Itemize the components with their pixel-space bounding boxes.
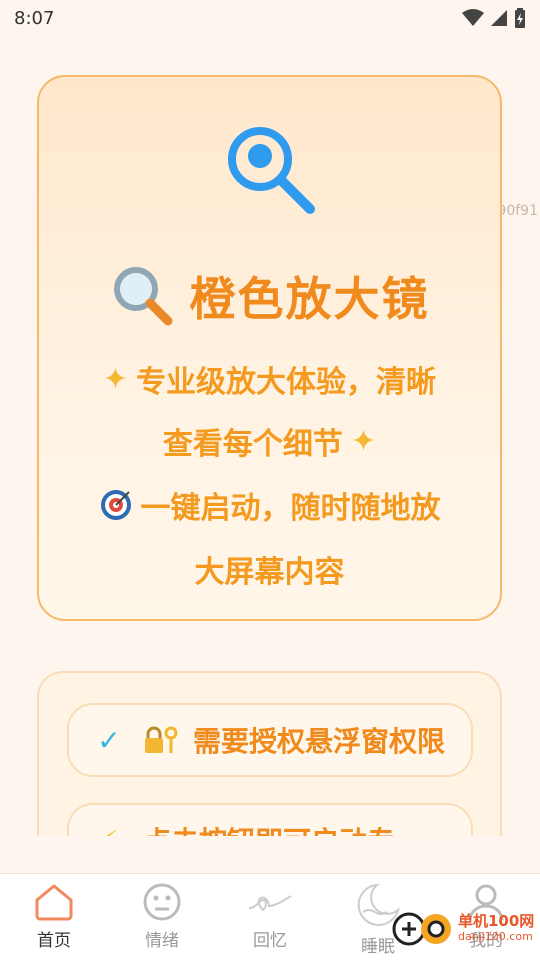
corner-watermark: 单机100网 danji100.com <box>392 912 534 946</box>
heart-line-icon <box>248 895 292 912</box>
hero-line-3-text: 一键启动，随时随地放 <box>140 491 441 526</box>
sparkle-icon: ✦ <box>350 423 377 459</box>
target-icon <box>100 490 131 520</box>
status-bar: 8:07 <box>0 0 540 36</box>
home-icon <box>35 884 73 921</box>
status-time: 8:07 <box>14 7 55 29</box>
nav-label-memory: 回忆 <box>253 931 287 951</box>
magnifier-icon <box>113 267 172 326</box>
neutral-face-icon <box>143 883 181 921</box>
site-logo-icon <box>392 912 451 946</box>
corner-domain: danji100.com <box>458 930 533 943</box>
hero-title-row: 橙色放大镜 <box>39 263 500 329</box>
status-icons <box>462 8 526 28</box>
signal-icon <box>491 10 507 26</box>
hero-line-4-text: 大屏幕内容 <box>194 555 345 590</box>
nav-item-mood[interactable]: 情绪 <box>108 874 216 961</box>
hero-line-3: 一键启动，随时随地放 <box>39 483 500 527</box>
wifi-icon <box>462 9 484 26</box>
nav-item-home[interactable]: 首页 <box>0 874 108 961</box>
hero-card: 橙色放大镜 ✦ 专业级放大体验，清晰 查看每个细节 ✦ 一键启动，随时随地放 大… <box>37 75 502 621</box>
hero-line-2: 查看每个细节 ✦ <box>39 419 500 463</box>
hero-line-1: ✦ 专业级放大体验，清晰 <box>39 357 500 401</box>
search-icon <box>228 127 315 214</box>
scroll-fade <box>0 836 540 873</box>
hero-title: 橙色放大镜 <box>189 272 430 326</box>
hero-line-4: 大屏幕内容 <box>39 547 500 591</box>
nav-label-home: 首页 <box>37 931 71 951</box>
nav-label-sleep: 睡眠 <box>361 937 395 957</box>
corner-brand: 单机100网 <box>458 912 535 930</box>
hero-line-2-text: 查看每个细节 <box>162 427 343 462</box>
nav-item-memory[interactable]: 回忆 <box>216 874 324 961</box>
nav-label-mood: 情绪 <box>145 931 179 951</box>
feature-text: 需要授权悬浮窗权限 <box>193 725 446 758</box>
check-icon: ✓ <box>97 723 121 757</box>
corner-watermark-text: 单机100网 danji100.com <box>458 913 534 945</box>
battery-icon <box>515 8 525 28</box>
sparkle-icon: ✦ <box>102 361 129 397</box>
hero-line-1-text: 专业级放大体验，清晰 <box>136 365 437 400</box>
feature-item-permission[interactable]: ✓ 需要授权悬浮窗权限 <box>67 703 473 777</box>
lock-key-icon <box>145 726 178 753</box>
